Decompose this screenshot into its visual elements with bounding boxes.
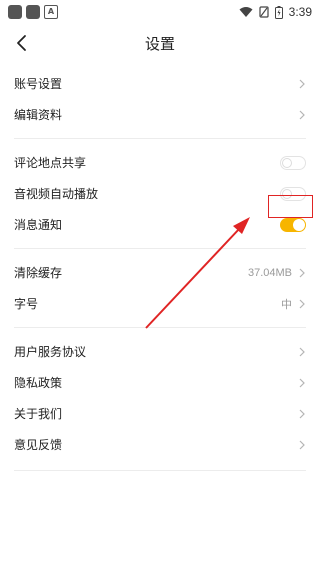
- row-label: 账号设置: [14, 77, 63, 91]
- row-label: 清除缓存: [14, 266, 63, 280]
- page-title: 设置: [144, 34, 175, 53]
- notification-icon: [26, 5, 40, 19]
- edit-profile-row[interactable]: 编辑资料: [0, 99, 320, 130]
- row-right: 37.04MB: [248, 267, 306, 279]
- font-size-value: 中: [281, 298, 292, 311]
- font-size-row[interactable]: 字号 中: [0, 288, 320, 319]
- status-time: 3:39: [288, 5, 312, 19]
- row-label: 隐私政策: [14, 376, 63, 390]
- chevron-right-icon: [299, 440, 305, 449]
- chevron-right-icon: [299, 299, 305, 308]
- message-notification-toggle[interactable]: [280, 217, 306, 232]
- wifi-icon: [239, 7, 253, 17]
- row-right: 中: [281, 296, 306, 312]
- row-label: 用户服务协议: [14, 345, 87, 359]
- chevron-right-icon: [299, 268, 305, 277]
- notification-icon: [8, 5, 22, 19]
- row-label: 评论地点共享: [14, 156, 87, 170]
- cache-size-value: 37.04MB: [247, 266, 292, 279]
- comment-location-share-row: 评论地点共享: [0, 147, 320, 178]
- no-sim-icon: [259, 6, 269, 18]
- chevron-right-icon: [299, 409, 305, 418]
- comment-location-share-toggle[interactable]: [280, 155, 306, 170]
- row-label: 字号: [14, 297, 39, 311]
- status-right: 3:39: [239, 5, 312, 19]
- about-us-row[interactable]: 关于我们: [0, 398, 320, 429]
- clear-cache-row[interactable]: 清除缓存 37.04MB: [0, 257, 320, 288]
- chevron-right-icon: [299, 378, 305, 387]
- app-notification-icon: A: [44, 5, 58, 19]
- feedback-row[interactable]: 意见反馈: [0, 429, 320, 460]
- chevron-right-icon: [299, 79, 305, 88]
- toggle-knob: [282, 157, 292, 168]
- divider: [14, 138, 306, 139]
- annotation-highlight-box: [268, 195, 313, 218]
- account-settings-row[interactable]: 账号设置: [0, 68, 320, 99]
- status-left: A: [8, 5, 58, 19]
- row-label: 编辑资料: [14, 108, 63, 122]
- privacy-policy-row[interactable]: 隐私政策: [0, 367, 320, 398]
- divider: [14, 470, 306, 471]
- row-label: 关于我们: [14, 407, 63, 421]
- row-label: 音视频自动播放: [14, 187, 99, 201]
- settings-list: 账号设置 编辑资料 评论地点共享 音视频自动播放 消息通知 清除缓存 37.04…: [0, 62, 320, 471]
- battery-charging-icon: [274, 5, 283, 19]
- divider: [14, 248, 306, 249]
- page-header: 设置: [0, 24, 320, 62]
- status-bar: A 3:39: [0, 0, 320, 24]
- chevron-right-icon: [299, 110, 305, 119]
- row-label: 消息通知: [14, 218, 63, 232]
- row-label: 意见反馈: [14, 438, 63, 452]
- toggle-knob: [293, 218, 305, 231]
- chevron-right-icon: [299, 347, 305, 356]
- divider: [14, 327, 306, 328]
- back-arrow-icon[interactable]: [12, 32, 34, 54]
- user-agreement-row[interactable]: 用户服务协议: [0, 336, 320, 367]
